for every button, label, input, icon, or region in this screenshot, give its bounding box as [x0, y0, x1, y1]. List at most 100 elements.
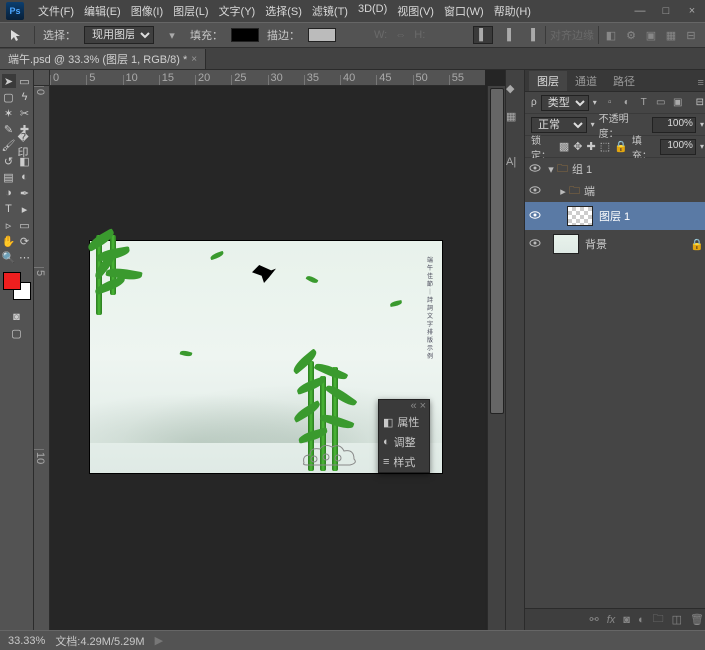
swatches-panel-icon[interactable]: ▦ — [506, 110, 524, 128]
artboard[interactable]: 端午佳節｜詩詞文字排版示例 «× ◧属性 ◐调整 ≡样式 — [90, 241, 442, 473]
fill-swatch[interactable] — [231, 28, 259, 42]
menu-type[interactable]: 文字(Y) — [215, 1, 260, 21]
panel-close-icon[interactable]: × — [420, 400, 426, 412]
mask-icon[interactable]: ◙ — [623, 614, 630, 626]
filter-toggle[interactable]: ⊟ — [696, 97, 704, 108]
filter-smart-icon[interactable]: ▣ — [671, 96, 685, 110]
tool-brush[interactable]: 🖌 — [2, 138, 16, 152]
menu-layer[interactable]: 图层(L) — [169, 1, 212, 21]
ruler-vertical[interactable]: 0510 — [34, 86, 50, 630]
opt-grid-icon[interactable]: ▦ — [663, 27, 679, 43]
lock-artboard-icon[interactable]: ⬚ — [600, 140, 610, 153]
tool-gradient[interactable]: ▤ — [2, 170, 16, 184]
tool-pen[interactable]: ✒ — [18, 186, 32, 200]
filter-adjust-icon[interactable]: ◐ — [620, 96, 634, 110]
lock-pixels-icon[interactable]: ▩ — [559, 140, 569, 153]
styles-button[interactable]: ≡样式 — [379, 452, 429, 472]
delete-icon[interactable]: 🗑 — [690, 613, 704, 626]
fx-icon[interactable]: fx — [607, 614, 616, 626]
align-right-icon[interactable]: ▐ — [521, 26, 541, 44]
tab-channels[interactable]: 通道 — [567, 71, 605, 91]
tool-lasso[interactable]: ϟ — [18, 90, 32, 104]
color-panel-icon[interactable]: ◆ — [506, 82, 524, 100]
dropdown-icon[interactable]: ▾ — [700, 142, 704, 151]
opt-collapse-icon[interactable]: ⊟ — [683, 27, 699, 43]
vertical-scrollbar[interactable] — [487, 86, 505, 630]
menu-window[interactable]: 窗口(W) — [440, 1, 488, 21]
menu-edit[interactable]: 编辑(E) — [80, 1, 125, 21]
layer-row-background[interactable]: 背景 🔒 — [525, 230, 705, 258]
select-target[interactable]: 现用图层 — [84, 26, 154, 44]
layer-thumbnail[interactable] — [567, 206, 593, 226]
menu-view[interactable]: 视图(V) — [393, 1, 438, 21]
tab-paths[interactable]: 路径 — [605, 71, 643, 91]
visibility-toggle[interactable] — [525, 163, 545, 176]
character-panel-icon[interactable]: A| — [506, 156, 524, 174]
twisty-icon[interactable]: ▾ — [545, 163, 557, 176]
filter-shape-icon[interactable]: ▭ — [654, 96, 668, 110]
opacity-value[interactable]: 100% — [652, 117, 696, 133]
lock-position-icon[interactable]: ✥ — [573, 140, 582, 153]
panel-menu-icon[interactable]: ≡ — [692, 75, 705, 91]
ruler-horizontal[interactable]: 0510152025303540455055 — [50, 70, 485, 86]
panel-collapse-icon[interactable]: « — [410, 400, 416, 412]
status-arrow-icon[interactable]: ▶ — [155, 634, 163, 647]
opt-gear-icon[interactable]: ⚙ — [623, 27, 639, 43]
layer-row-group-duan[interactable]: ▸ 🗀 端 — [525, 180, 705, 202]
tool-blur[interactable]: ◐ — [18, 170, 32, 184]
canvas-viewport[interactable]: 端午佳節｜詩詞文字排版示例 «× ◧属性 ◐调整 ≡样式 — [50, 86, 485, 630]
adjustment-icon[interactable]: ◐ — [638, 614, 645, 626]
align-center-icon[interactable]: ▐ — [497, 26, 517, 44]
tool-history-brush[interactable]: ↺ — [2, 154, 16, 168]
twisty-icon[interactable]: ▸ — [557, 185, 569, 198]
menu-help[interactable]: 帮助(H) — [490, 1, 535, 21]
layers-list[interactable]: ▾ 🗀 组 1 ▸ 🗀 端 图层 — [525, 158, 705, 608]
adjustments-button[interactable]: ◐调整 — [379, 432, 429, 452]
tool-artboard[interactable]: ▭ — [18, 74, 32, 88]
minimize-button[interactable]: — — [633, 4, 647, 18]
dropdown-icon[interactable]: ▾ — [591, 120, 595, 129]
tab-layers[interactable]: 图层 — [529, 71, 567, 91]
maximize-button[interactable]: □ — [659, 4, 673, 18]
color-swatches[interactable] — [3, 272, 31, 300]
close-button[interactable]: × — [685, 4, 699, 18]
menu-filter[interactable]: 滤镜(T) — [308, 1, 352, 21]
link-layers-icon[interactable]: ⚯ — [590, 613, 599, 626]
filter-kind-select[interactable]: 类型 — [541, 95, 589, 111]
floating-properties-panel[interactable]: «× ◧属性 ◐调整 ≡样式 — [378, 399, 430, 473]
doc-tab-close-icon[interactable]: × — [191, 54, 197, 65]
tool-path-select[interactable]: ▸ — [18, 202, 32, 216]
menu-select[interactable]: 选择(S) — [261, 1, 306, 21]
tool-type[interactable]: T — [2, 202, 16, 216]
panel-header[interactable]: «× — [379, 400, 429, 412]
dropdown-icon[interactable]: ▾ — [700, 120, 704, 129]
align-left-icon[interactable]: ▌ — [473, 26, 493, 44]
tool-rotate-view[interactable]: ⟳ — [18, 234, 32, 248]
visibility-toggle[interactable] — [525, 238, 545, 251]
opt-mode-icon[interactable]: ◧ — [603, 27, 619, 43]
tool-zoom[interactable]: 🔍 — [2, 250, 16, 264]
zoom-value[interactable]: 33.33% — [8, 635, 45, 647]
layer-row-layer1[interactable]: 图层 1 — [525, 202, 705, 230]
layer-row-group1[interactable]: ▾ 🗀 组 1 — [525, 158, 705, 180]
visibility-toggle[interactable] — [525, 210, 545, 223]
stroke-swatch[interactable] — [308, 28, 336, 42]
tool-hand[interactable]: ✋ — [2, 234, 16, 248]
doc-tab[interactable]: 端午.psd @ 33.3% (图层 1, RGB/8) * × — [0, 49, 206, 69]
tool-dodge[interactable]: ◑ — [2, 186, 16, 200]
menu-file[interactable]: 文件(F) — [34, 1, 78, 21]
tool-quickmask[interactable]: ◙ — [10, 310, 24, 324]
lock-all-icon[interactable]: 🔒 — [614, 140, 628, 153]
new-layer-icon[interactable]: ◫ — [672, 613, 682, 626]
tool-marquee[interactable]: ▢ — [2, 90, 16, 104]
tool-edit-toolbar[interactable]: ⋯ — [18, 250, 32, 264]
group-icon[interactable]: 🗀 — [653, 610, 664, 629]
tool-direct-select[interactable]: ▹ — [2, 218, 16, 232]
dropdown-icon[interactable]: ▾ — [593, 98, 597, 107]
menu-image[interactable]: 图像(I) — [127, 1, 167, 21]
layer-thumbnail[interactable] — [553, 234, 579, 254]
opt-3d-icon[interactable]: ▣ — [643, 27, 659, 43]
blend-mode-select[interactable]: 正常 — [531, 117, 587, 133]
tool-shape[interactable]: ▭ — [18, 218, 32, 232]
dropdown-icon[interactable]: ▾ — [162, 26, 182, 44]
